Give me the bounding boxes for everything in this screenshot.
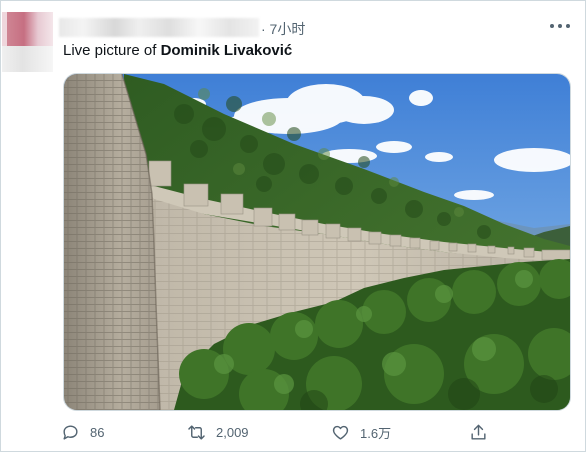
retweet-icon — [188, 424, 205, 440]
reply-button[interactable]: 86 — [61, 421, 104, 443]
like-button[interactable]: 1.6万 — [331, 421, 391, 443]
like-count: 1.6万 — [360, 425, 392, 441]
timestamp[interactable]: · 7小时 — [261, 19, 305, 39]
tweet-text-mention: Dominik Livaković — [160, 42, 293, 59]
tweet-text-prefix: Live picture of — [63, 42, 161, 59]
tweet-card[interactable]: · 7小时 Live picture of Dominik Livaković — [0, 0, 586, 452]
more-dots-icon[interactable] — [550, 21, 570, 31]
share-button[interactable] — [469, 421, 488, 443]
action-bar: 86 2,009 1.6万 — [61, 421, 531, 443]
reply-icon — [63, 424, 78, 440]
tweet-text: Live picture of Dominik Livaković — [63, 42, 292, 59]
avatar[interactable] — [2, 12, 53, 72]
heart-icon — [332, 425, 349, 440]
author-name-redacted[interactable] — [59, 18, 259, 37]
retweet-button[interactable]: 2,009 — [187, 421, 249, 443]
retweet-count: 2,009 — [216, 424, 249, 440]
share-icon — [471, 424, 486, 440]
stone-wall-photo — [64, 74, 570, 410]
reply-count: 86 — [90, 424, 105, 440]
tweet-photo[interactable] — [63, 73, 571, 411]
